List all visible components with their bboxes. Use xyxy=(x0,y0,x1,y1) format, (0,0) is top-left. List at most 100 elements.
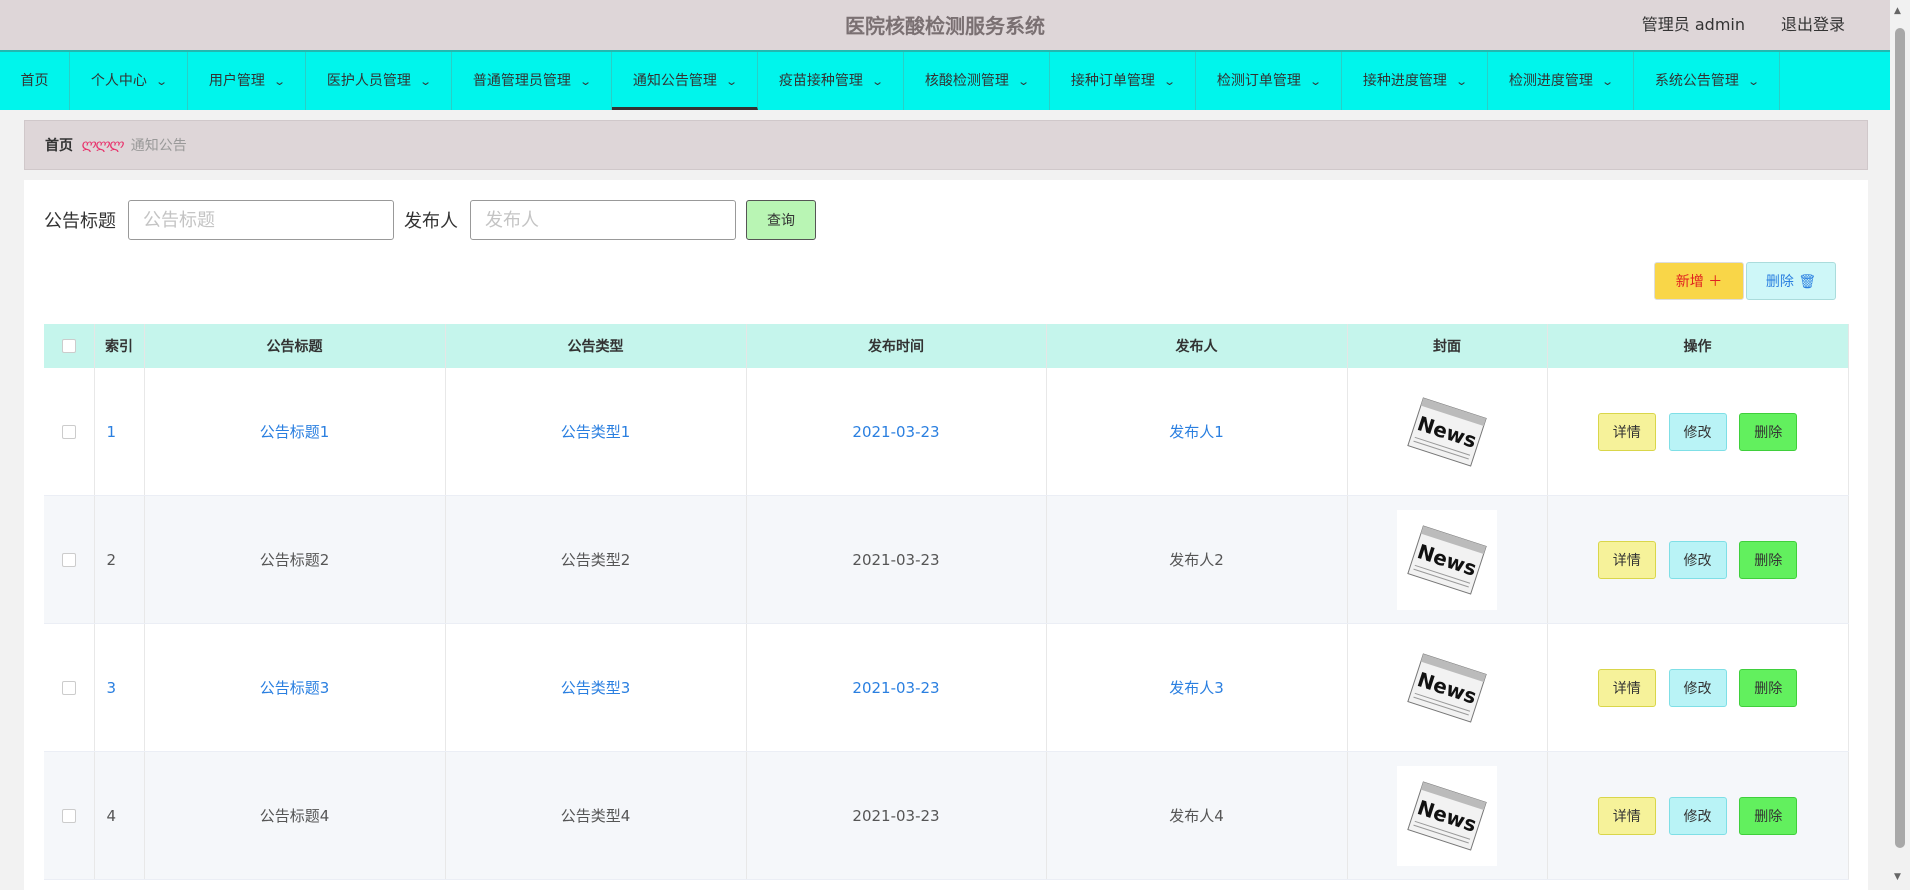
table-row: 4 公告标题4 公告类型4 2021-03-23 发布人4 News 详情 修改… xyxy=(44,751,1849,880)
select-all-cell xyxy=(44,324,95,368)
cell-title: 公告标题3 xyxy=(144,623,446,752)
cell-index: 3 xyxy=(94,623,145,752)
nav-item-12[interactable]: 系统公告管理 ⌄ xyxy=(1634,52,1780,110)
cell-time: 2021-03-23 xyxy=(746,495,1047,624)
cell-time: 2021-03-23 xyxy=(746,623,1047,752)
cell-publisher: 发布人2 xyxy=(1046,495,1348,624)
detail-button[interactable]: 详情 xyxy=(1597,540,1656,579)
row-checkbox[interactable] xyxy=(61,425,76,439)
news-cover-icon: News xyxy=(1407,524,1487,595)
batch-delete-button[interactable]: 删除 🗑 xyxy=(1746,262,1836,300)
cell-type: 公告类型4 xyxy=(445,751,747,880)
add-button[interactable]: 新增 ＋ xyxy=(1654,262,1744,300)
nav-item-9[interactable]: 检测订单管理 ⌄ xyxy=(1196,52,1342,110)
cell-actions: 详情 修改 删除 xyxy=(1547,623,1849,752)
cell-type: 公告类型3 xyxy=(445,623,747,752)
title-search-input[interactable] xyxy=(128,200,394,240)
cell-cover: News xyxy=(1347,368,1548,496)
news-cover-icon: News xyxy=(1407,780,1487,851)
notice-table: 索引 公告标题 公告类型 发布时间 发布人 封面 操作 1 公告标题1 公告类型… xyxy=(44,324,1849,880)
nav-item-label: 接种订单管理 xyxy=(1070,73,1155,89)
row-select-cell xyxy=(44,368,95,496)
breadcrumb-home[interactable]: 首页 xyxy=(45,135,73,155)
row-checkbox[interactable] xyxy=(61,553,76,567)
chevron-down-icon: ⌄ xyxy=(871,75,884,88)
edit-button[interactable]: 修改 xyxy=(1668,540,1727,579)
nav-item-8[interactable]: 接种订单管理 ⌄ xyxy=(1050,52,1196,110)
cover-image: News xyxy=(1397,637,1497,738)
detail-button[interactable]: 详情 xyxy=(1597,796,1656,835)
nav-item-label: 系统公告管理 xyxy=(1654,73,1739,89)
delete-button[interactable]: 删除 xyxy=(1739,540,1798,579)
row-checkbox[interactable] xyxy=(61,681,76,695)
column-header-publisher: 发布人 xyxy=(1046,324,1348,368)
table-row: 2 公告标题2 公告类型2 2021-03-23 发布人2 News 详情 修改… xyxy=(44,495,1849,624)
chevron-down-icon: ⌄ xyxy=(1163,75,1176,88)
table-row: 1 公告标题1 公告类型1 2021-03-23 发布人1 News 详情 修改… xyxy=(44,368,1849,496)
nav-item-label: 通知公告管理 xyxy=(632,73,717,89)
nav-item-label: 检测进度管理 xyxy=(1508,73,1593,89)
cell-publisher: 发布人1 xyxy=(1046,368,1348,496)
cell-actions: 详情 修改 删除 xyxy=(1547,368,1849,496)
search-form: 公告标题 发布人 查询 xyxy=(44,200,816,240)
nav-item-11[interactable]: 检测进度管理 ⌄ xyxy=(1488,52,1634,110)
logout-link[interactable]: 退出登录 xyxy=(1781,0,1845,50)
scroll-thumb[interactable] xyxy=(1895,28,1905,848)
cover-image: News xyxy=(1397,381,1497,482)
cell-publisher: 发布人3 xyxy=(1046,623,1348,752)
nav-item-3[interactable]: 医护人员管理 ⌄ xyxy=(306,52,452,110)
nav-item-0[interactable]: 首页 xyxy=(0,52,70,110)
publisher-search-input[interactable] xyxy=(470,200,736,240)
current-user: 管理员 admin xyxy=(1641,15,1745,34)
nav-item-4[interactable]: 普通管理员管理 ⌄ xyxy=(452,52,612,110)
nav-item-label: 接种进度管理 xyxy=(1362,73,1447,89)
nav-item-label: 医护人员管理 xyxy=(326,73,411,89)
edit-button[interactable]: 修改 xyxy=(1668,796,1727,835)
cell-publisher: 发布人4 xyxy=(1046,751,1348,880)
cell-index: 1 xyxy=(94,368,145,496)
cell-title: 公告标题2 xyxy=(144,495,446,624)
nav-item-6[interactable]: 疫苗接种管理 ⌄ xyxy=(758,52,904,110)
delete-button[interactable]: 删除 xyxy=(1739,412,1798,451)
delete-button[interactable]: 删除 xyxy=(1739,668,1798,707)
cover-image: News xyxy=(1397,765,1497,866)
news-cover-icon: News xyxy=(1407,396,1487,467)
detail-button[interactable]: 详情 xyxy=(1597,668,1656,707)
row-select-cell xyxy=(44,623,95,752)
select-all-checkbox[interactable] xyxy=(61,339,76,353)
delete-button[interactable]: 删除 xyxy=(1739,796,1798,835)
chevron-down-icon: ⌄ xyxy=(419,75,432,88)
cell-index: 2 xyxy=(94,495,145,624)
chevron-down-icon: ⌄ xyxy=(1601,75,1614,88)
nav-item-label: 个人中心 xyxy=(90,73,147,89)
edit-button[interactable]: 修改 xyxy=(1668,668,1727,707)
chevron-down-icon: ⌄ xyxy=(725,75,738,88)
scroll-up-icon[interactable]: ▲ xyxy=(1894,6,1901,16)
cell-cover: News xyxy=(1347,495,1548,624)
row-select-cell xyxy=(44,751,95,880)
chevron-down-icon: ⌄ xyxy=(1017,75,1030,88)
chevron-down-icon: ⌄ xyxy=(1747,75,1760,88)
row-select-cell xyxy=(44,495,95,624)
content-panel: 公告标题 发布人 查询 新增 ＋ 删除 🗑 索引 公告标题 公告类型 发布时间 … xyxy=(24,180,1868,890)
edit-button[interactable]: 修改 xyxy=(1668,412,1727,451)
column-header-cover: 封面 xyxy=(1347,324,1548,368)
scroll-down-icon[interactable]: ▼ xyxy=(1894,872,1901,882)
page-scrollbar[interactable]: ▲ ▼ xyxy=(1890,0,1910,890)
main-nav: 首页 个人中心 ⌄ 用户管理 ⌄ 医护人员管理 ⌄ 普通管理员管理 ⌄ 通知公告管理 ⌄ 疫苗接种管理… xyxy=(0,50,1890,110)
column-header-type: 公告类型 xyxy=(445,324,747,368)
detail-button[interactable]: 详情 xyxy=(1597,412,1656,451)
nav-item-5[interactable]: 通知公告管理 ⌄ xyxy=(612,52,758,110)
top-header: 医院核酸检测服务系统 管理员 admin 退出登录 xyxy=(0,0,1890,50)
cover-image: News xyxy=(1397,509,1497,610)
nav-item-7[interactable]: 核酸检测管理 ⌄ xyxy=(904,52,1050,110)
row-checkbox[interactable] xyxy=(61,809,76,823)
nav-item-2[interactable]: 用户管理 ⌄ xyxy=(188,52,306,110)
query-button[interactable]: 查询 xyxy=(746,200,816,240)
publisher-search-label: 发布人 xyxy=(404,211,458,232)
nav-item-label: 用户管理 xyxy=(208,73,265,89)
column-header-index: 索引 xyxy=(94,324,145,368)
nav-item-1[interactable]: 个人中心 ⌄ xyxy=(70,52,188,110)
app-title: 医院核酸检测服务系统 xyxy=(845,14,1045,38)
nav-item-10[interactable]: 接种进度管理 ⌄ xyxy=(1342,52,1488,110)
